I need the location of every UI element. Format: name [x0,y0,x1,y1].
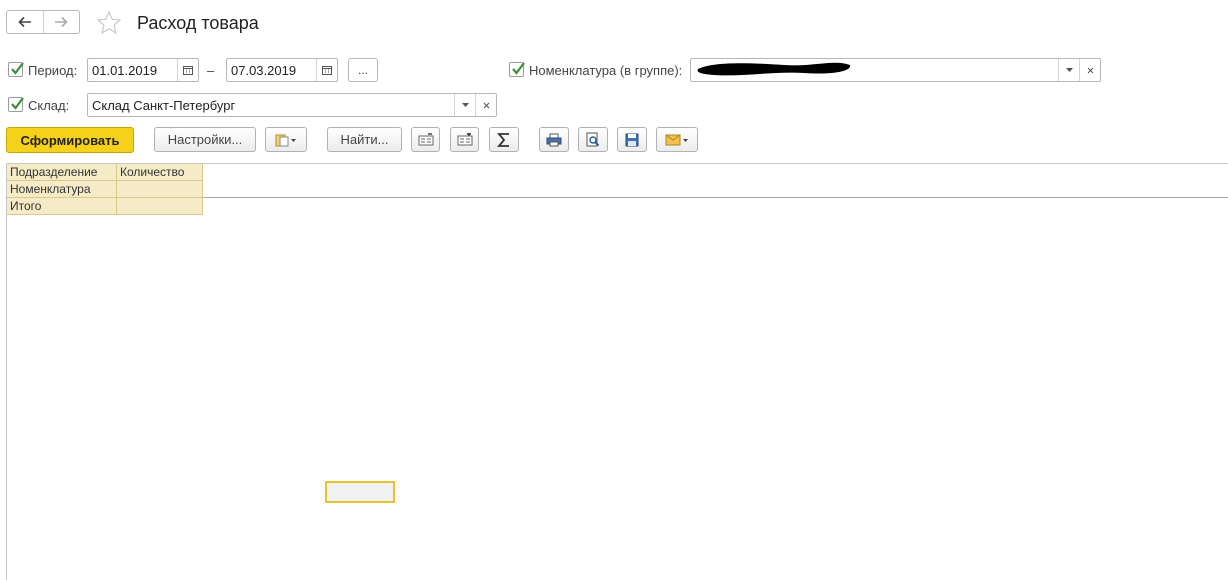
forward-arrow-icon [55,16,68,28]
calendar-button[interactable] [316,59,337,81]
nomenclature-dropdown-button[interactable] [1058,59,1079,81]
collapse-groups-button[interactable] [411,127,440,152]
warehouse-label: Склад: [28,98,70,113]
print-button[interactable] [539,127,569,152]
nomenclature-checkbox[interactable] [509,62,525,77]
redaction-mark [694,57,854,79]
total-row-value [117,198,203,215]
back-arrow-icon [18,16,31,28]
period-select-button[interactable]: ... [348,58,378,82]
nomenclature-label: Номенклатура (в группе): [529,63,683,78]
calendar-icon [322,66,332,75]
save-icon [625,133,639,146]
warehouse-value: Склад Санкт-Петербург [92,97,236,113]
dropdown-arrow-icon [461,103,469,107]
save-button[interactable] [617,127,647,152]
variants-icon [275,134,296,146]
warehouse-checkbox[interactable] [8,97,24,112]
checkmark-icon [11,97,24,110]
warehouse-clear-button[interactable] [475,94,496,116]
header-cell-quantity: Количество [117,164,203,181]
print-preview-button[interactable] [578,127,608,152]
checkmark-icon [11,62,24,75]
settings-button[interactable]: Настройки... [154,127,256,152]
warehouse-field[interactable]: Склад Санкт-Петербург [87,93,497,117]
date-to-field[interactable]: 07.03.2019 [226,58,338,82]
warehouse-dropdown-button[interactable] [454,94,475,116]
clear-icon [1087,67,1093,73]
header-cell-nomenclature: Номенклатура [7,181,117,198]
total-row-label: Итого [7,198,117,215]
sum-button[interactable] [489,127,519,152]
dropdown-arrow-icon [1065,68,1073,72]
header-cell-empty [117,181,203,198]
period-separator: – [207,63,215,78]
period-checkbox[interactable] [8,62,24,77]
navigation-buttons [6,10,80,34]
period-label: Период: [28,63,78,78]
report-variants-button[interactable] [265,127,307,152]
print-icon [546,133,562,146]
find-button[interactable]: Найти... [327,127,402,152]
favorite-star-icon[interactable] [96,10,122,36]
sum-icon [497,132,509,147]
preview-icon [586,132,600,146]
report-document[interactable] [6,163,1228,580]
date-from-value: 01.01.2019 [92,62,158,78]
checkmark-icon [512,62,525,75]
expand-groups-button[interactable] [450,127,479,152]
date-to-value: 07.03.2019 [231,62,297,78]
forward-button[interactable] [42,11,80,33]
clear-icon [483,102,489,108]
selected-cell[interactable] [325,481,395,503]
date-from-field[interactable]: 01.01.2019 [87,58,199,82]
collapse-groups-icon [418,132,433,145]
send-mail-button[interactable] [656,127,698,152]
generate-report-button[interactable]: Сформировать [6,127,134,153]
back-button[interactable] [7,11,43,33]
nomenclature-clear-button[interactable] [1079,59,1100,81]
header-cell-subdivision: Подразделение [7,164,117,181]
calendar-button[interactable] [177,59,198,81]
calendar-icon [183,66,193,75]
mail-icon [665,134,688,145]
page-title: Расход товара [137,13,259,33]
expand-groups-icon [457,132,472,145]
